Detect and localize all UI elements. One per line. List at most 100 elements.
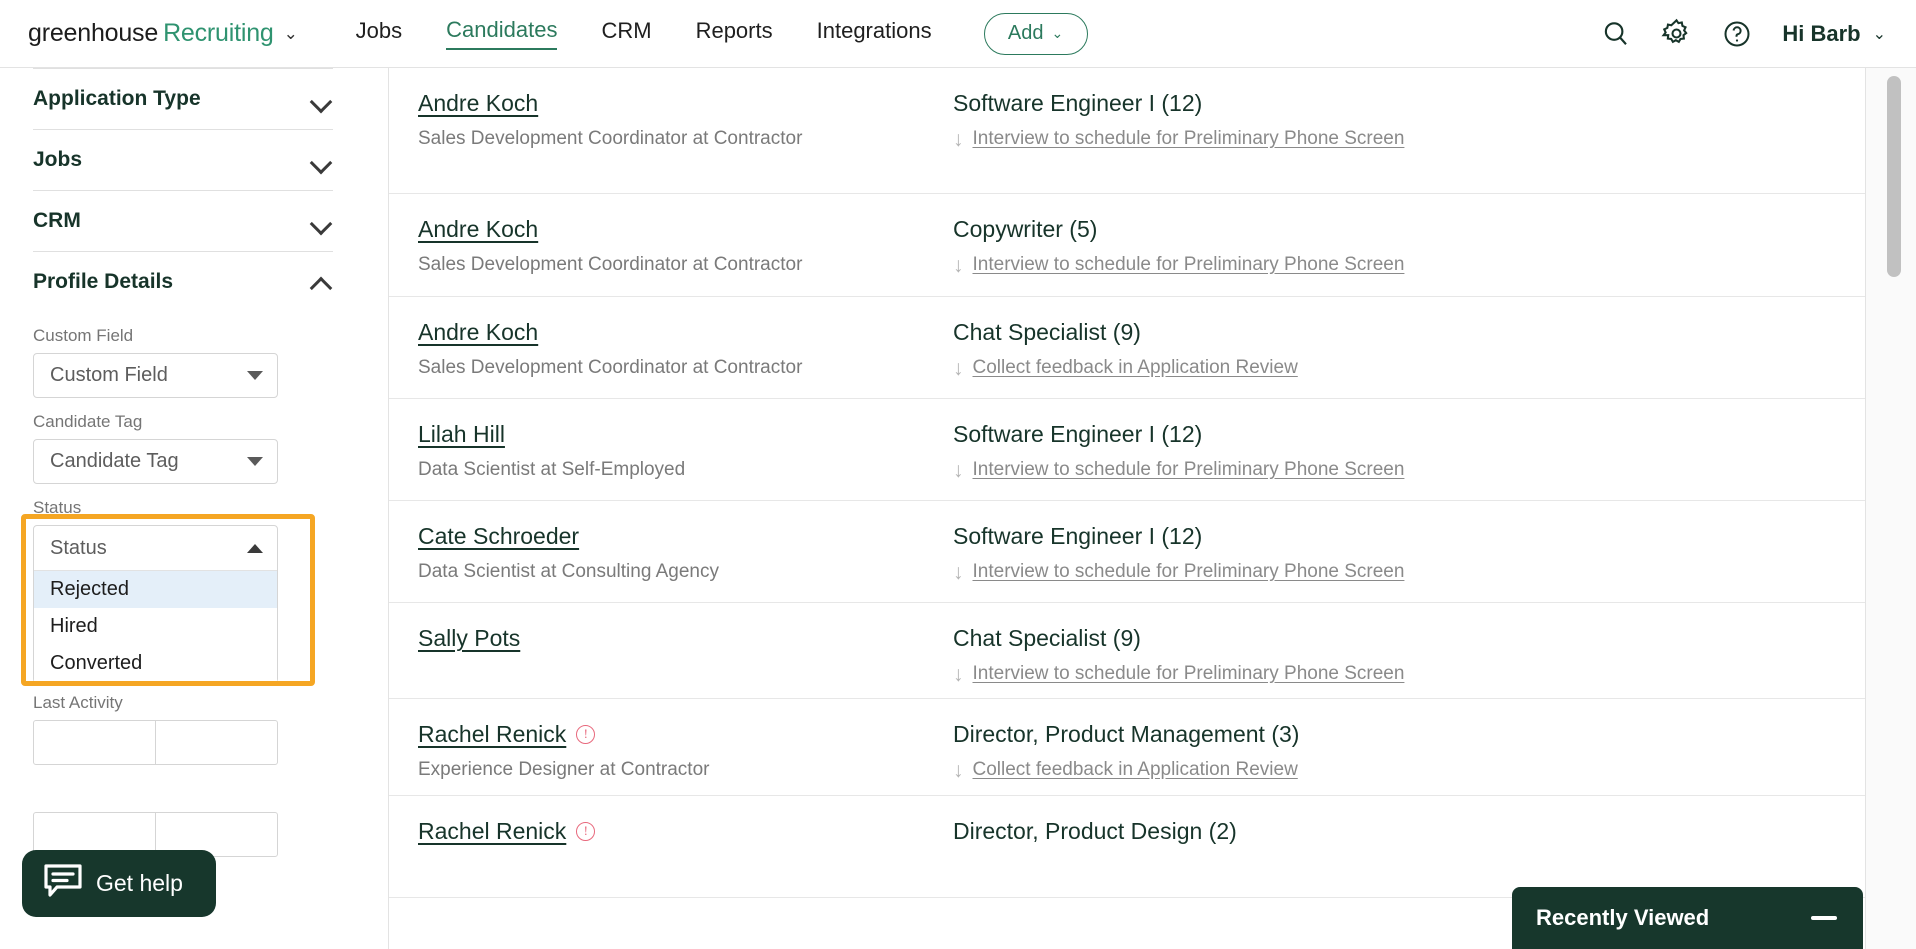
- candidate-name-link[interactable]: Lilah Hill: [418, 421, 505, 448]
- status-option-converted[interactable]: Converted: [34, 645, 277, 682]
- nav-item-jobs[interactable]: Jobs: [356, 18, 402, 49]
- status-option-rejected[interactable]: Rejected: [34, 571, 277, 608]
- custom-field-value: Custom Field: [50, 364, 168, 386]
- last-activity-to-input[interactable]: [155, 721, 277, 764]
- help-icon[interactable]: [1722, 19, 1752, 49]
- get-help-button[interactable]: Get help: [22, 850, 216, 917]
- chevron-down-icon[interactable]: ⌄: [284, 24, 298, 44]
- table-row[interactable]: Rachel Renick ! Director, Product Design…: [389, 796, 1865, 898]
- chevron-down-icon[interactable]: [311, 154, 331, 166]
- nav-item-integrations[interactable]: Integrations: [817, 18, 932, 49]
- filter-section-title: Jobs: [33, 148, 83, 171]
- chevron-down-icon: ⌄: [1051, 25, 1064, 41]
- candidate-subtitle: Sales Development Coordinator at Contrac…: [418, 254, 803, 275]
- candidate-name-line: Rachel Renick !: [418, 721, 938, 748]
- job-status-link[interactable]: Interview to schedule for Preliminary Ph…: [973, 663, 1405, 685]
- page-scrollbar-thumb[interactable]: [1887, 76, 1901, 277]
- job-status-link[interactable]: Interview to schedule for Preliminary Ph…: [973, 459, 1405, 481]
- candidates-list: Andre Koch Sales Development Coordinator…: [388, 68, 1865, 949]
- last-activity-label: Last Activity: [33, 693, 123, 712]
- job-title: Software Engineer I (12): [953, 90, 1203, 116]
- job-title: Software Engineer I (12): [953, 523, 1203, 549]
- table-row[interactable]: Cate Schroeder Data Scientist at Consult…: [389, 501, 1865, 603]
- candidate-cell: Andre Koch Sales Development Coordinator…: [418, 319, 938, 398]
- nav-item-candidates[interactable]: Candidates: [446, 17, 558, 50]
- custom-field-select[interactable]: Custom Field: [33, 353, 278, 398]
- brand-logo[interactable]: greenhouse Recruiting ⌄: [28, 19, 298, 48]
- chevron-down-icon[interactable]: [311, 215, 331, 227]
- candidate-tag-select[interactable]: Candidate Tag: [33, 439, 278, 484]
- filter-section-crm[interactable]: CRM: [33, 190, 333, 251]
- job-title: Chat Specialist (9): [953, 319, 1141, 345]
- last-activity-date-range[interactable]: [33, 720, 278, 765]
- job-cell: Software Engineer I (12) ↓ Interview to …: [953, 523, 1404, 602]
- candidate-subtitle: Experience Designer at Contractor: [418, 759, 710, 780]
- search-icon[interactable]: [1601, 19, 1631, 49]
- status-dropdown[interactable]: Status Rejected Hired Converted: [33, 525, 278, 683]
- status-select-trigger[interactable]: Status: [34, 526, 277, 571]
- filter-section-title: Profile Details: [33, 270, 174, 293]
- recently-viewed-panel[interactable]: Recently Viewed: [1512, 887, 1863, 949]
- candidate-name-link[interactable]: Sally Pots: [418, 625, 520, 652]
- candidate-name-line: Lilah Hill: [418, 421, 938, 448]
- table-row[interactable]: Sally Pots Chat Specialist (9) ↓ Intervi…: [389, 603, 1865, 699]
- candidate-name-line: Cate Schroeder: [418, 523, 938, 550]
- caret-down-icon: [247, 457, 263, 466]
- alert-icon: !: [576, 725, 596, 744]
- last-activity-from-input[interactable]: [34, 721, 155, 764]
- app-header: greenhouse Recruiting ⌄ Jobs Candidates …: [0, 0, 1916, 68]
- job-status-link[interactable]: Collect feedback in Application Review: [973, 759, 1298, 781]
- gear-icon[interactable]: [1661, 18, 1692, 49]
- candidate-name-link[interactable]: Rachel Renick: [418, 818, 566, 845]
- filter-section-application-type[interactable]: Application Type: [33, 68, 333, 129]
- job-cell: Chat Specialist (9) ↓ Interview to sched…: [953, 625, 1404, 698]
- filter-section-profile-details[interactable]: Profile Details: [33, 251, 333, 312]
- nav-item-reports[interactable]: Reports: [696, 18, 773, 49]
- custom-field-label: Custom Field: [33, 326, 134, 345]
- filter-section-jobs[interactable]: Jobs: [33, 129, 333, 190]
- job-status-row: ↓ Interview to schedule for Preliminary …: [953, 254, 1404, 276]
- candidate-name-link[interactable]: Andre Koch: [418, 90, 538, 117]
- job-status-link[interactable]: Interview to schedule for Preliminary Ph…: [973, 128, 1405, 150]
- arrow-down-icon: ↓: [953, 560, 964, 584]
- job-status-link[interactable]: Interview to schedule for Preliminary Ph…: [973, 561, 1405, 583]
- table-row[interactable]: Lilah Hill Data Scientist at Self-Employ…: [389, 399, 1865, 501]
- job-cell: Software Engineer I (12) ↓ Interview to …: [953, 90, 1404, 193]
- chevron-up-icon[interactable]: [311, 276, 331, 288]
- candidate-name-line: Rachel Renick !: [418, 818, 938, 845]
- user-menu[interactable]: Hi Barb ⌄: [1782, 21, 1886, 47]
- candidate-name-link[interactable]: Andre Koch: [418, 319, 538, 346]
- job-status-link[interactable]: Collect feedback in Application Review: [973, 357, 1298, 379]
- add-button[interactable]: Add ⌄: [983, 12, 1088, 55]
- filter-section-title: Application Type: [33, 87, 201, 110]
- minus-icon[interactable]: [1811, 916, 1837, 920]
- job-status-link[interactable]: Interview to schedule for Preliminary Ph…: [973, 254, 1405, 276]
- table-row[interactable]: Andre Koch Sales Development Coordinator…: [389, 68, 1865, 194]
- table-row[interactable]: Andre Koch Sales Development Coordinator…: [389, 194, 1865, 297]
- job-status-row: ↓ Interview to schedule for Preliminary …: [953, 561, 1404, 583]
- candidate-subtitle: Sales Development Coordinator at Contrac…: [418, 357, 803, 378]
- nav-item-crm[interactable]: CRM: [601, 18, 651, 49]
- candidate-cell: Andre Koch Sales Development Coordinator…: [418, 90, 938, 193]
- table-row[interactable]: Rachel Renick ! Experience Designer at C…: [389, 699, 1865, 796]
- chevron-down-icon[interactable]: [311, 93, 331, 105]
- candidate-cell: Andre Koch Sales Development Coordinator…: [418, 216, 938, 296]
- alert-icon: !: [576, 822, 596, 841]
- chevron-down-icon: ⌄: [1872, 25, 1886, 43]
- candidate-name-link[interactable]: Rachel Renick: [418, 721, 566, 748]
- table-row[interactable]: Andre Koch Sales Development Coordinator…: [389, 297, 1865, 399]
- arrow-down-icon: ↓: [953, 127, 964, 151]
- candidate-name-line: Andre Koch: [418, 90, 938, 117]
- candidate-name-link[interactable]: Andre Koch: [418, 216, 538, 243]
- candidate-cell: Rachel Renick !: [418, 818, 938, 897]
- job-status-row: ↓ Interview to schedule for Preliminary …: [953, 663, 1404, 685]
- chat-bubble-icon: [43, 863, 83, 904]
- add-button-label: Add: [1007, 22, 1044, 44]
- get-help-label: Get help: [96, 870, 183, 896]
- job-status-row: ↓ Interview to schedule for Preliminary …: [953, 128, 1404, 150]
- candidate-cell: Lilah Hill Data Scientist at Self-Employ…: [418, 421, 938, 500]
- job-cell: Director, Product Design (2): [953, 818, 1237, 897]
- status-filter-group: Status Rejected Hired Converted: [21, 514, 333, 686]
- candidate-name-link[interactable]: Cate Schroeder: [418, 523, 579, 550]
- status-option-hired[interactable]: Hired: [34, 608, 277, 645]
